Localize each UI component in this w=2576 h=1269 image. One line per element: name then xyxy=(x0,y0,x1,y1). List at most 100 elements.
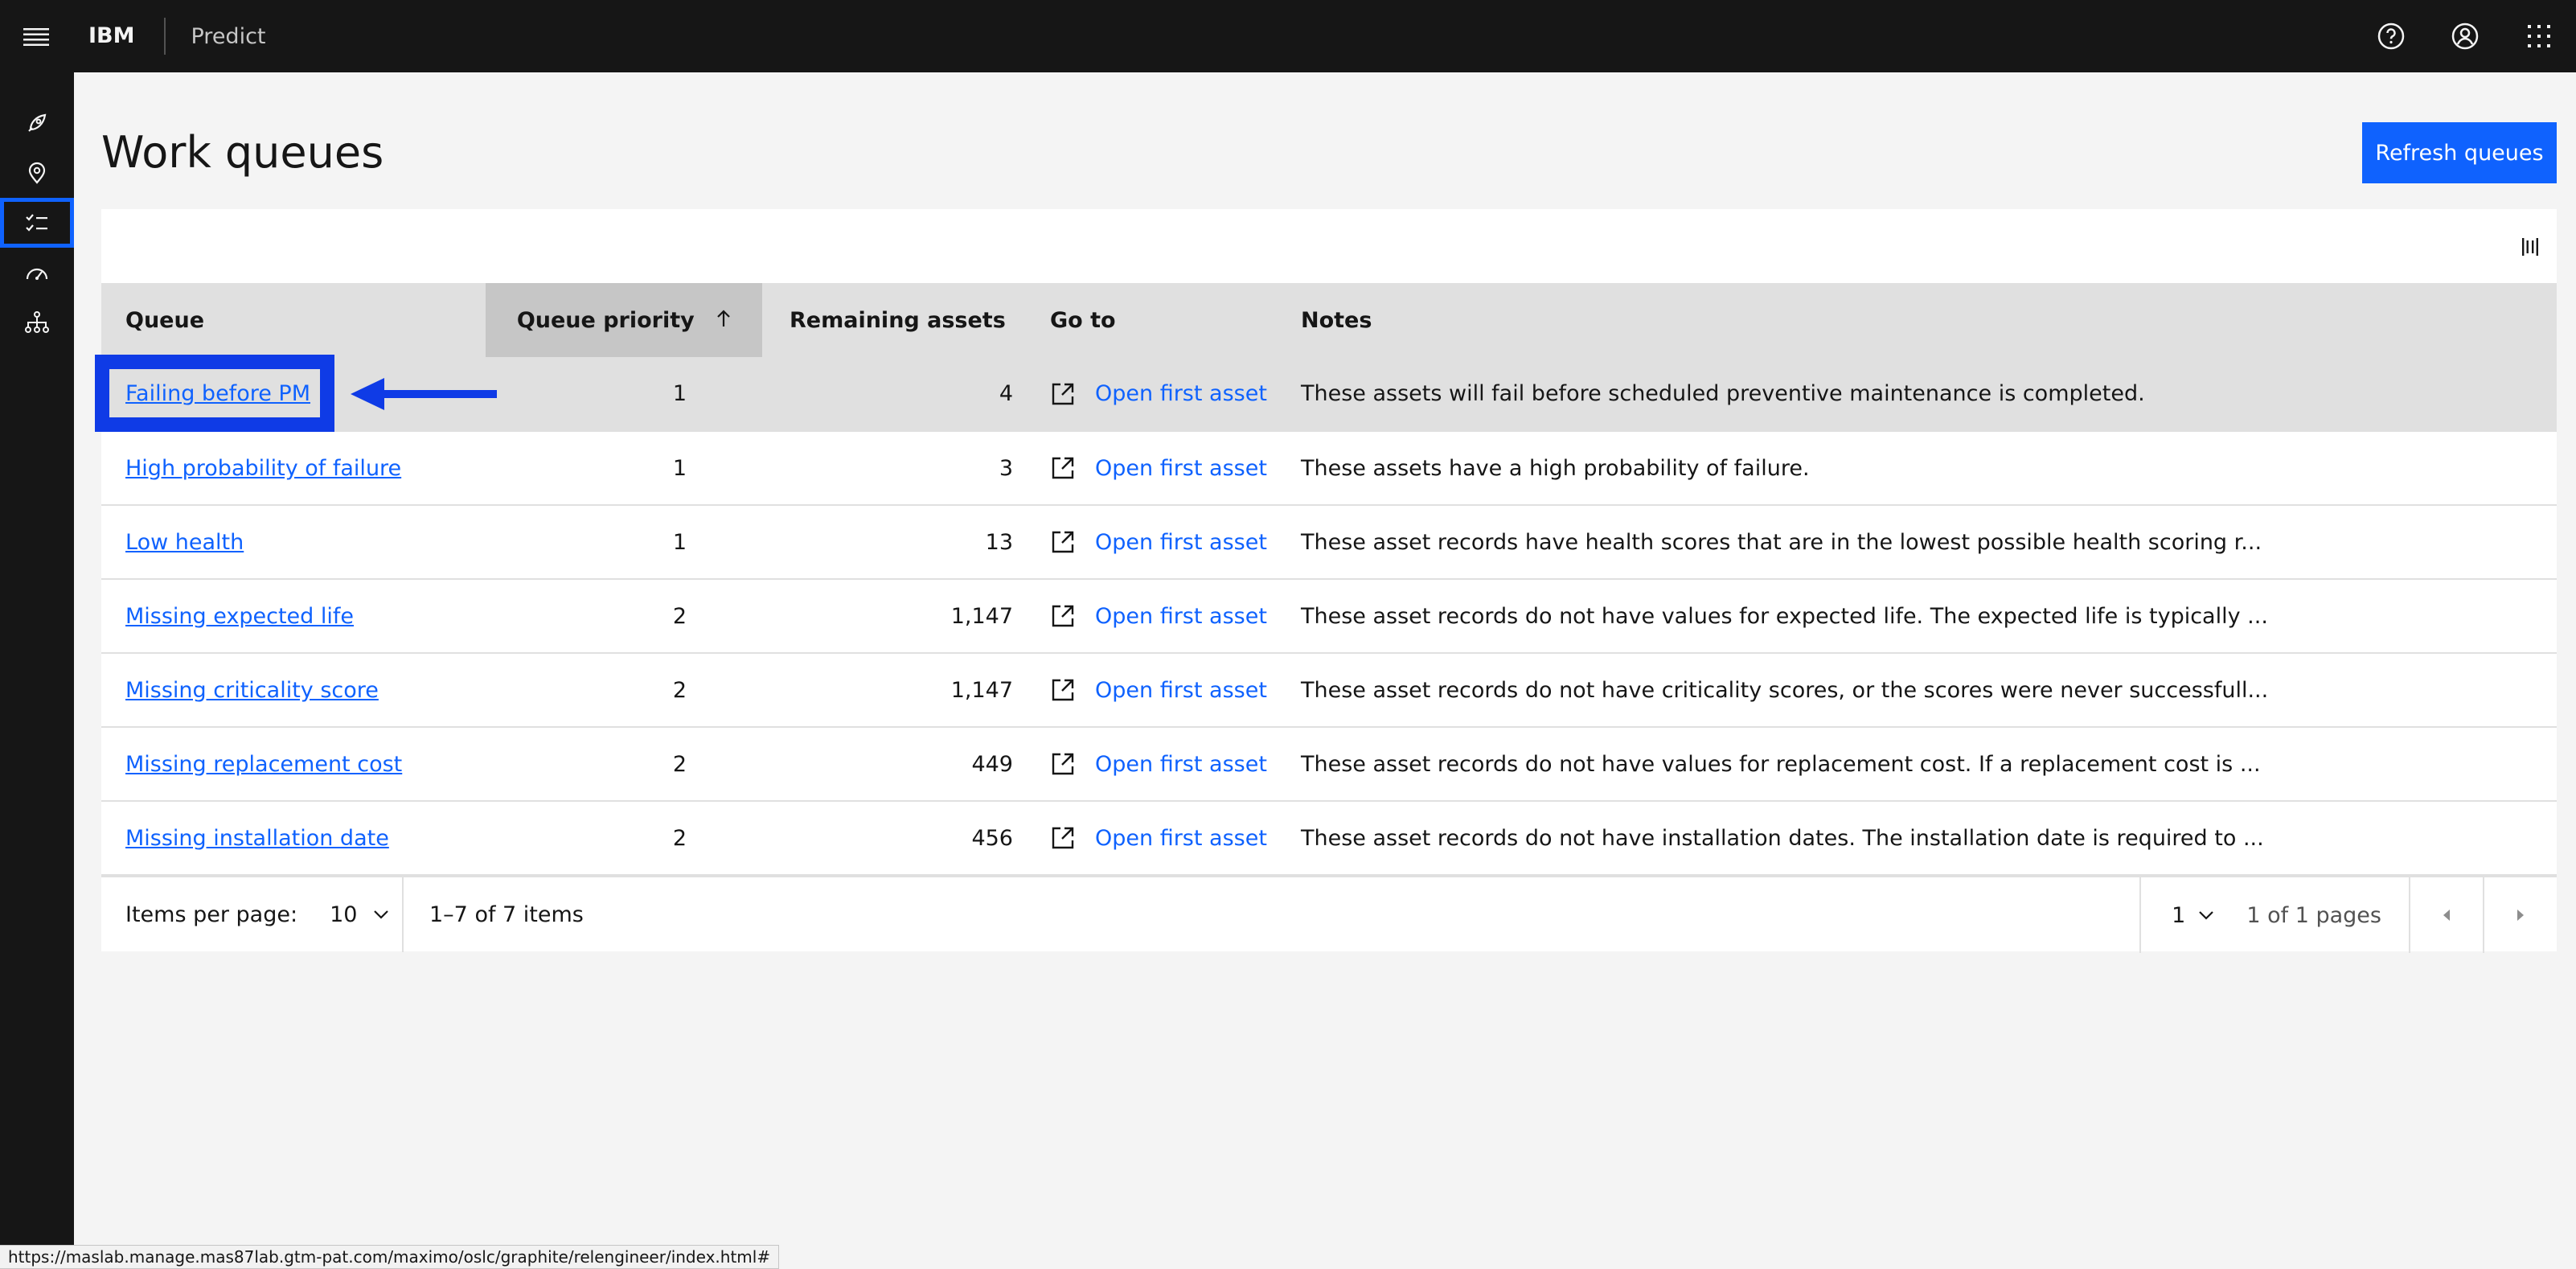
notes-cell: These asset records do not have values f… xyxy=(1282,727,2557,802)
column-settings-icon xyxy=(2522,238,2538,256)
open-first-asset-link[interactable]: Open first asset xyxy=(1095,530,1267,555)
open-first-asset-link[interactable]: Open first asset xyxy=(1095,456,1267,481)
brand-name[interactable]: IBM xyxy=(72,18,166,55)
queue-link[interactable]: Missing installation date xyxy=(125,826,389,851)
items-per-page-value: 10 xyxy=(330,901,358,927)
go-to-cell: Open first asset xyxy=(1013,431,1282,506)
table-row: Missing installation date 2 456 Open first … xyxy=(101,801,2557,876)
queue-priority-cell: 1 xyxy=(486,357,762,432)
queue-link[interactable]: Missing replacement cost xyxy=(125,752,402,777)
queue-priority-cell: 1 xyxy=(486,431,762,506)
notes-cell: These asset records have health scores t… xyxy=(1282,505,2557,580)
go-to-cell: Open first asset xyxy=(1013,801,1282,876)
launch-icon xyxy=(1052,753,1074,775)
notes-cell: These asset records do not have values f… xyxy=(1282,579,2557,654)
queue-link[interactable]: High probability of failure xyxy=(125,456,401,481)
items-range-text: 1–7 of 7 items xyxy=(402,877,584,952)
nav-locations[interactable] xyxy=(0,148,74,198)
page-title: Work queues xyxy=(101,127,384,178)
remaining-assets-cell: 1,147 xyxy=(762,579,1013,654)
table-header-row: Queue Queue priority Remaining assets Go… xyxy=(101,283,2557,357)
nav-hierarchy[interactable] xyxy=(0,298,74,347)
remaining-assets-cell: 3 xyxy=(762,431,1013,506)
app-switcher-button[interactable] xyxy=(2502,0,2576,72)
queue-priority-cell: 1 xyxy=(486,505,762,580)
col-header-queue-priority[interactable]: Queue priority xyxy=(486,283,762,357)
col-header-queue[interactable]: Queue xyxy=(101,283,486,357)
queue-cell: Missing expected life xyxy=(101,579,486,654)
browser-status-url: https://maslab.manage.mas87lab.gtm-pat.c… xyxy=(0,1245,780,1269)
open-first-asset-link[interactable]: Open first asset xyxy=(1095,752,1267,777)
table-row: Low health 1 13 Open first asset These asset… xyxy=(101,505,2557,580)
launch-icon xyxy=(1052,827,1074,849)
queue-priority-cell: 2 xyxy=(486,727,762,802)
launch-icon xyxy=(1052,605,1074,627)
col-header-go-to: Go to xyxy=(1013,283,1282,357)
chevron-down-icon xyxy=(374,910,389,919)
launch-icon xyxy=(1052,679,1074,701)
table-toolbar xyxy=(101,209,2557,283)
go-to-cell: Open first asset xyxy=(1013,653,1282,728)
help-button[interactable] xyxy=(2354,0,2428,72)
callout-arrow-icon xyxy=(351,378,497,410)
open-first-asset-link[interactable]: Open first asset xyxy=(1095,826,1267,851)
go-to-cell: Open first asset xyxy=(1013,505,1282,580)
location-pin-icon xyxy=(28,162,46,184)
pagination-bar: Items per page: 10 1–7 of 7 items 1 1 of… xyxy=(101,876,2557,953)
remaining-assets-cell: 13 xyxy=(762,505,1013,580)
queue-link[interactable]: Missing expected life xyxy=(125,604,354,629)
items-per-page-select[interactable]: 10 xyxy=(330,902,389,927)
col-header-remaining-assets[interactable]: Remaining assets xyxy=(762,283,1013,357)
rocket-icon xyxy=(28,113,47,132)
rail-spacer xyxy=(0,72,74,98)
help-icon xyxy=(2377,23,2405,50)
nav-getting-started[interactable] xyxy=(0,98,74,148)
product-name: Predict xyxy=(191,23,266,49)
previous-page-button[interactable] xyxy=(2409,877,2483,953)
caret-right-icon xyxy=(2517,910,2524,921)
page-number-group: 1 1 of 1 pages xyxy=(2139,877,2409,953)
remaining-assets-cell: 1,147 xyxy=(762,653,1013,728)
gauge-icon xyxy=(26,268,48,280)
refresh-queues-button[interactable]: Refresh queues xyxy=(2362,122,2557,183)
queue-priority-cell: 2 xyxy=(486,579,762,654)
open-first-asset-link[interactable]: Open first asset xyxy=(1095,604,1267,629)
queue-cell: Low health xyxy=(101,505,486,580)
highlight-callout-box xyxy=(95,355,334,432)
remaining-assets-cell: 4 xyxy=(762,357,1013,432)
nav-work-queues[interactable] xyxy=(0,198,74,248)
table-row: Missing replacement cost 2 449 Open first a… xyxy=(101,727,2557,802)
chevron-down-icon xyxy=(2199,911,2214,920)
open-first-asset-link[interactable]: Open first asset xyxy=(1095,381,1267,406)
user-avatar-icon xyxy=(2451,23,2479,50)
table-row: Missing expected life 2 1,147 Open first as… xyxy=(101,579,2557,654)
caret-left-icon xyxy=(2443,910,2450,921)
checklist-icon xyxy=(26,214,47,232)
queue-priority-cell: 2 xyxy=(486,653,762,728)
table-row: Missing criticality score 2 1,147 Open firs… xyxy=(101,653,2557,728)
nav-dashboard[interactable] xyxy=(0,248,74,298)
notes-cell: These asset records do not have critical… xyxy=(1282,653,2557,728)
user-profile-button[interactable] xyxy=(2428,0,2502,72)
notes-cell: These assets have a high probability of … xyxy=(1282,431,2557,506)
queue-cell: High probability of failure xyxy=(101,431,486,506)
page-select[interactable]: 1 xyxy=(2172,903,2214,928)
top-header: IBM Predict xyxy=(0,0,2576,72)
column-settings-button[interactable] xyxy=(2517,233,2544,261)
side-navigation xyxy=(0,72,74,1269)
hierarchy-icon xyxy=(25,311,49,333)
col-header-priority-label: Queue priority xyxy=(516,307,695,333)
open-first-asset-link[interactable]: Open first asset xyxy=(1095,678,1267,703)
go-to-cell: Open first asset xyxy=(1013,357,1282,432)
table-row: High probability of failure 1 3 Open first … xyxy=(101,431,2557,506)
notes-cell: These asset records do not have installa… xyxy=(1282,801,2557,876)
next-page-button[interactable] xyxy=(2483,877,2557,953)
launch-icon xyxy=(1052,531,1074,553)
queue-link[interactable]: Missing criticality score xyxy=(125,678,379,703)
hamburger-icon xyxy=(23,28,49,46)
launch-icon xyxy=(1052,457,1074,479)
queue-priority-cell: 2 xyxy=(486,801,762,876)
menu-button[interactable] xyxy=(0,0,72,72)
queue-link[interactable]: Low health xyxy=(125,530,244,555)
col-header-notes: Notes xyxy=(1282,283,2557,357)
